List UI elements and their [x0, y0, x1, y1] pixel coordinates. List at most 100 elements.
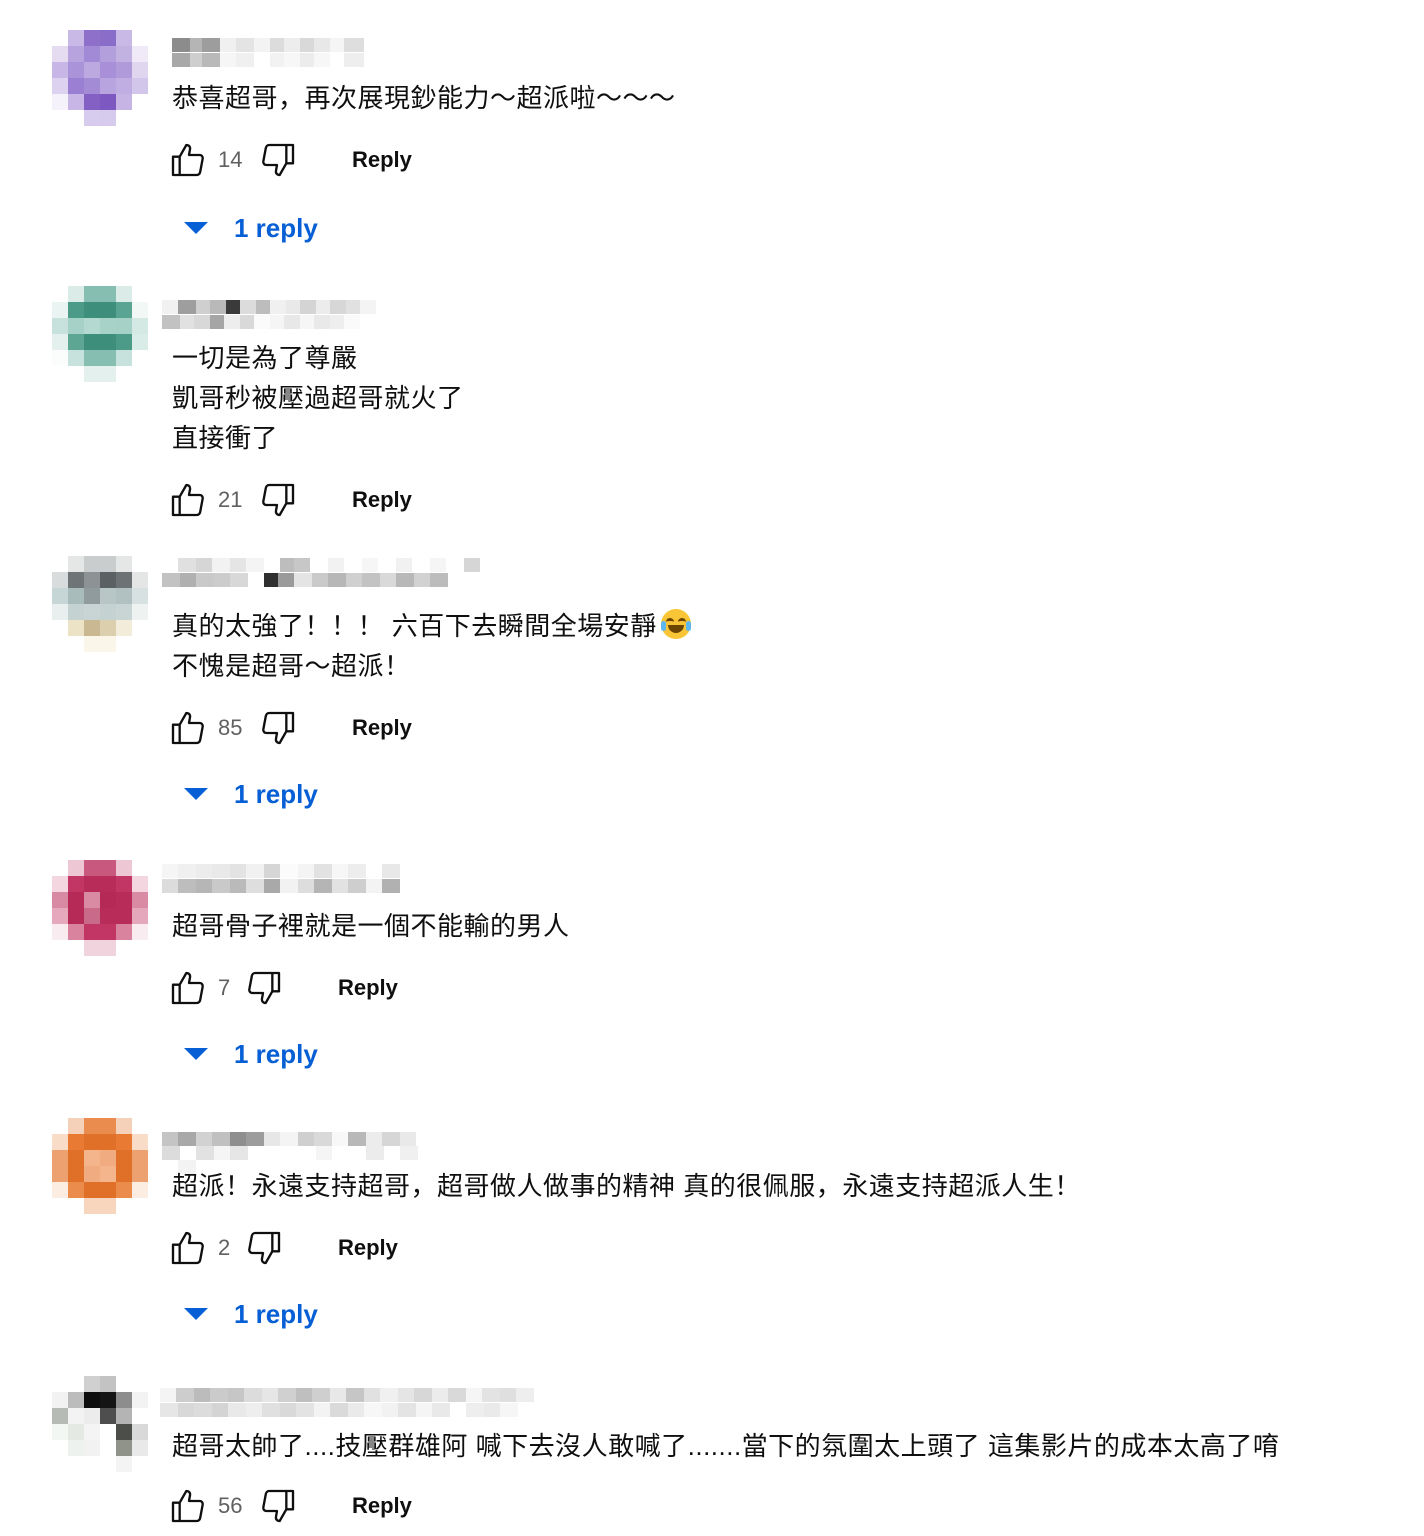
- avatar[interactable]: [52, 30, 148, 126]
- avatar-pixel: [68, 1376, 84, 1392]
- avatar-pixel: [84, 1166, 100, 1182]
- avatar[interactable]: [52, 1376, 148, 1472]
- author-name-blurred[interactable]: [160, 1388, 560, 1418]
- thumbs-down-icon: [262, 1489, 295, 1523]
- avatar-pixel: [68, 286, 84, 302]
- view-replies-button[interactable]: 1 reply: [176, 206, 318, 250]
- avatar-pixel: [132, 620, 148, 636]
- avatar-pixel: [68, 892, 84, 908]
- avatar-pixel: [132, 1150, 148, 1166]
- dislike-button[interactable]: [242, 1226, 286, 1270]
- avatar-pixel: [132, 302, 148, 318]
- avatar-pixel: [132, 876, 148, 892]
- dislike-button[interactable]: [256, 706, 300, 750]
- like-button[interactable]: [166, 706, 210, 750]
- author-name-blurred[interactable]: [162, 558, 484, 588]
- caret-down-icon: [184, 1048, 208, 1060]
- avatar-pixel: [100, 366, 116, 382]
- avatar-pixel: [52, 302, 68, 318]
- avatar-pixel: [116, 30, 132, 46]
- avatar-pixel: [52, 366, 68, 382]
- author-name-blurred[interactable]: [162, 1132, 432, 1174]
- avatar-pixel: [52, 556, 68, 572]
- reply-button[interactable]: Reply: [336, 707, 428, 749]
- avatar-pixel: [100, 350, 116, 366]
- like-count: 2: [218, 1235, 231, 1260]
- like-button[interactable]: [166, 966, 210, 1010]
- avatar[interactable]: [52, 286, 148, 382]
- reply-button[interactable]: Reply: [336, 139, 428, 181]
- author-name-blurred[interactable]: [172, 38, 364, 68]
- avatar-pixel: [52, 286, 68, 302]
- view-replies-button[interactable]: 1 reply: [176, 772, 318, 816]
- view-replies-button[interactable]: 1 reply: [176, 1032, 318, 1076]
- avatar-pixel: [132, 604, 148, 620]
- avatar-pixel: [84, 1150, 100, 1166]
- caret-down-icon: [184, 788, 208, 800]
- thumbs-up-icon: [171, 143, 204, 177]
- avatar-pixel: [52, 318, 68, 334]
- thumbs-down-icon: [248, 1231, 281, 1265]
- avatar-pixel: [52, 1424, 68, 1440]
- reply-button[interactable]: Reply: [336, 1485, 428, 1527]
- comment-text: 超哥骨子裡就是一個不能輸的男人: [172, 906, 570, 946]
- avatar-pixel: [84, 1376, 100, 1392]
- avatar-pixel: [116, 1118, 132, 1134]
- like-button[interactable]: [166, 138, 210, 182]
- reply-button[interactable]: Reply: [322, 967, 414, 1009]
- avatar-pixel: [84, 572, 100, 588]
- avatar-pixel: [68, 1118, 84, 1134]
- comment-line: 凱哥秒被壓過超哥就火了: [172, 383, 464, 413]
- avatar-pixel: [68, 636, 84, 652]
- avatar[interactable]: [52, 556, 148, 652]
- avatar-pixel: [84, 636, 100, 652]
- avatar-pixel: [132, 908, 148, 924]
- avatar-pixel: [68, 334, 84, 350]
- avatar-pixel: [68, 1198, 84, 1214]
- dislike-button[interactable]: [256, 138, 300, 182]
- avatar-pixel: [116, 1134, 132, 1150]
- avatar-pixel: [132, 1424, 148, 1440]
- avatar-pixel: [100, 588, 116, 604]
- avatar-pixel: [100, 908, 116, 924]
- avatar-pixel: [132, 940, 148, 956]
- avatar-pixel: [52, 1392, 68, 1408]
- like-count: 85: [218, 715, 243, 740]
- avatar-pixel: [68, 78, 84, 94]
- avatar-pixel: [84, 556, 100, 572]
- dislike-button[interactable]: [242, 966, 286, 1010]
- author-name-blurred[interactable]: [162, 864, 404, 894]
- avatar-pixel: [116, 94, 132, 110]
- reply-button[interactable]: Reply: [336, 479, 428, 521]
- comment-actions: 2 Reply: [166, 1226, 414, 1270]
- comment-actions: 56 Reply: [166, 1484, 428, 1528]
- avatar-pixel: [116, 62, 132, 78]
- comment-text: 真的太強了！！！ 六百下去瞬間全場安靜 不愧是超哥～超派！: [172, 606, 691, 686]
- avatar-pixel: [132, 924, 148, 940]
- avatar-pixel: [116, 46, 132, 62]
- avatar[interactable]: [52, 860, 148, 956]
- avatar-pixel: [132, 1408, 148, 1424]
- avatar-pixel: [52, 1376, 68, 1392]
- dislike-button[interactable]: [256, 1484, 300, 1528]
- reply-button[interactable]: Reply: [322, 1227, 414, 1269]
- avatar-pixel: [68, 1456, 84, 1472]
- view-replies-button[interactable]: 1 reply: [176, 1292, 318, 1336]
- avatar-pixel: [84, 892, 100, 908]
- like-button[interactable]: [166, 1484, 210, 1528]
- avatar-pixel: [68, 110, 84, 126]
- like-button[interactable]: [166, 1226, 210, 1270]
- avatar[interactable]: [52, 1118, 148, 1214]
- author-name-blurred[interactable]: [162, 300, 392, 330]
- dislike-button[interactable]: [256, 478, 300, 522]
- avatar-pixel: [116, 318, 132, 334]
- comment-line: 一切是為了尊嚴: [172, 343, 358, 373]
- avatar-pixel: [100, 286, 116, 302]
- avatar-pixel: [84, 110, 100, 126]
- avatar-pixel: [116, 620, 132, 636]
- avatar-pixel: [52, 636, 68, 652]
- like-button[interactable]: [166, 478, 210, 522]
- avatar-pixel: [84, 1182, 100, 1198]
- thumbs-down-icon: [262, 711, 295, 745]
- avatar-pixel: [52, 892, 68, 908]
